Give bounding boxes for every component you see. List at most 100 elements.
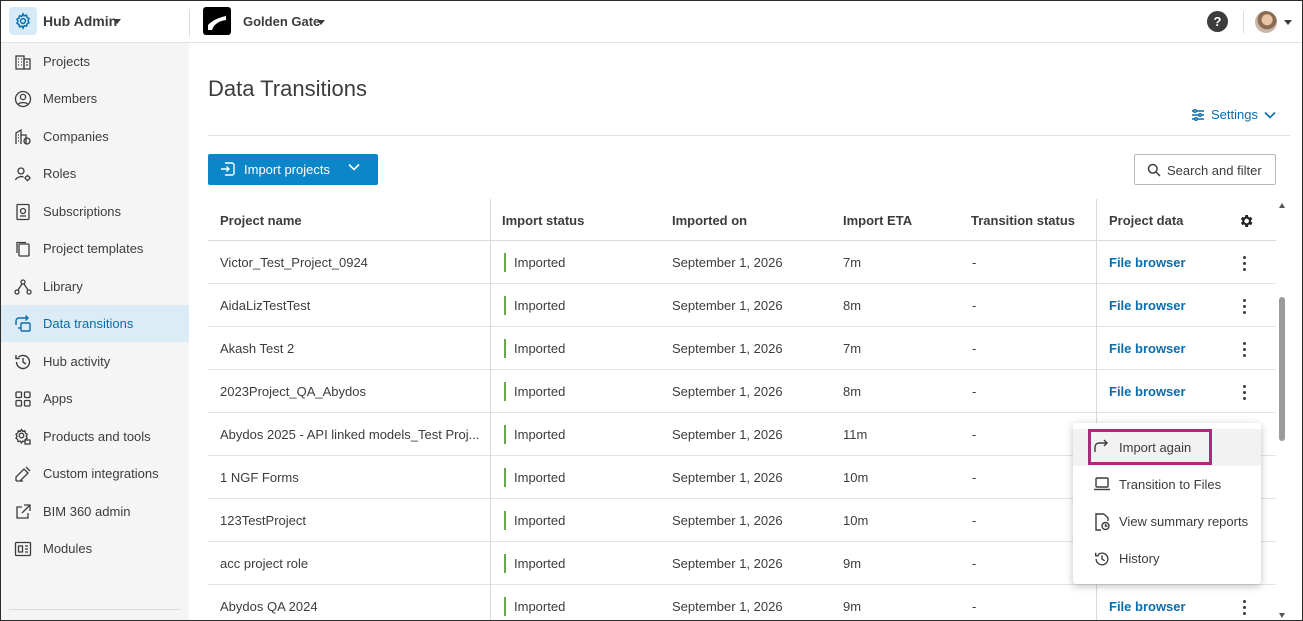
sidebar-item-label: Members (43, 91, 98, 106)
file-browser-link[interactable]: File browser (1109, 384, 1186, 399)
gear-icon[interactable] (1238, 213, 1254, 229)
status-indicator (504, 339, 506, 358)
table-row[interactable]: Abydos QA 2024 Imported September 1, 202… (208, 585, 1276, 620)
file-browser-link[interactable]: File browser (1109, 599, 1186, 614)
history-icon (15, 354, 31, 370)
header-transition-status[interactable]: Transition status (971, 213, 1075, 228)
imported-on-cell: September 1, 2026 (672, 556, 783, 571)
sidebar-item-label: Products and tools (43, 429, 151, 444)
scrollbar-thumb[interactable] (1279, 297, 1285, 441)
imported-on-cell: September 1, 2026 (672, 513, 783, 528)
import-status-cell: Imported (514, 255, 566, 270)
import-eta-cell: 11m (843, 427, 868, 442)
project-chevron-down-icon[interactable] (317, 20, 325, 25)
import-projects-button[interactable]: Import projects (208, 154, 378, 185)
transition-status-cell: - (972, 599, 977, 614)
menu-item-view-summary-reports[interactable]: View summary reports (1073, 503, 1261, 540)
project-name-cell: 123TestProject (220, 513, 306, 528)
top-bar: Hub Admin Golden Gate ? (1, 1, 1302, 43)
import-status-cell: Imported (514, 341, 566, 356)
help-icon[interactable]: ? (1207, 11, 1228, 32)
divider (1243, 11, 1244, 33)
status-indicator (504, 468, 506, 487)
header-project-name[interactable]: Project name (220, 213, 302, 228)
page-title: Data Transitions (208, 76, 367, 101)
more-options-icon[interactable] (1238, 598, 1252, 616)
sidebar-item-products-and-tools[interactable]: Products and tools (1, 418, 189, 455)
sidebar-item-custom-integrations[interactable]: Custom integrations (1, 455, 189, 492)
sidebar-item-project-templates[interactable]: Project templates (1, 230, 189, 267)
import-eta-cell: 9m (843, 599, 862, 614)
sidebar-item-apps[interactable]: Apps (1, 380, 189, 417)
more-options-icon[interactable] (1238, 254, 1252, 272)
header-import-eta[interactable]: Import ETA (843, 213, 912, 228)
status-indicator (504, 511, 506, 530)
project-name-cell: AidaLizTestTest (220, 298, 311, 313)
file-browser-link[interactable]: File browser (1109, 298, 1186, 313)
header-import-status[interactable]: Import status (502, 213, 584, 228)
library-icon (14, 279, 32, 295)
project-name-cell: Abydos 2025 - API linked models_Test Pro… (220, 427, 480, 442)
settings-button[interactable]: Settings (1191, 107, 1276, 122)
data-transitions-icon (15, 315, 31, 332)
imported-on-cell: September 1, 2026 (672, 384, 783, 399)
transition-status-cell: - (972, 384, 977, 399)
project-logo[interactable] (203, 7, 231, 35)
table-row[interactable]: Victor_Test_Project_0924 Imported Septem… (208, 241, 1276, 284)
imported-on-cell: September 1, 2026 (672, 470, 783, 485)
header-project-data[interactable]: Project data (1109, 213, 1183, 228)
table-row[interactable]: AidaLizTestTest Imported September 1, 20… (208, 284, 1276, 327)
report-icon (1095, 513, 1110, 531)
sidebar-item-companies[interactable]: Companies (1, 118, 189, 155)
status-indicator (504, 425, 506, 444)
file-browser-link[interactable]: File browser (1109, 255, 1186, 270)
menu-item-history[interactable]: History (1073, 540, 1261, 577)
more-options-icon[interactable] (1238, 297, 1252, 315)
import-status-cell: Imported (514, 427, 566, 442)
project-name[interactable]: Golden Gate (243, 14, 320, 29)
sidebar-item-subscriptions[interactable]: Subscriptions (1, 193, 189, 230)
table-row[interactable]: 2023Project_QA_Abydos Imported September… (208, 370, 1276, 413)
scroll-down-arrow[interactable] (1279, 613, 1285, 618)
import-status-cell: Imported (514, 513, 566, 528)
sidebar-item-bim-360-admin[interactable]: BIM 360 admin (1, 493, 189, 530)
transition-status-cell: - (972, 470, 977, 485)
header-imported-on[interactable]: Imported on (672, 213, 747, 228)
more-options-icon[interactable] (1238, 383, 1252, 401)
hub-gear-icon[interactable] (9, 7, 37, 35)
import-status-cell: Imported (514, 556, 566, 571)
sidebar-item-library[interactable]: Library (1, 268, 189, 305)
import-eta-cell: 8m (843, 384, 862, 399)
menu-item-transition-to-files[interactable]: Transition to Files (1073, 466, 1261, 503)
more-options-icon[interactable] (1238, 340, 1252, 358)
sidebar-item-label: Roles (43, 166, 77, 181)
sidebar-item-hub-activity[interactable]: Hub activity (1, 343, 189, 380)
hub-chevron-down-icon[interactable] (113, 19, 121, 24)
chevron-down-icon[interactable] (348, 163, 360, 171)
sidebar-item-modules[interactable]: Modules (1, 530, 189, 567)
table-row[interactable]: Akash Test 2 Imported September 1, 2026 … (208, 327, 1276, 370)
subscription-icon (16, 203, 30, 221)
sidebar-item-roles[interactable]: Roles (1, 155, 189, 192)
file-browser-link[interactable]: File browser (1109, 341, 1186, 356)
user-gear-icon (14, 167, 31, 182)
integration-icon (15, 466, 31, 482)
search-and-filter-button[interactable]: Search and filter (1134, 154, 1276, 185)
user-circle-icon (14, 90, 32, 108)
sidebar-item-label: Companies (43, 129, 109, 144)
avatar[interactable] (1255, 11, 1277, 33)
project-name-cell: 1 NGF Forms (220, 470, 299, 485)
transition-status-cell: - (972, 341, 977, 356)
status-indicator (504, 253, 506, 272)
sidebar-item-data-transitions[interactable]: Data transitions (1, 305, 189, 342)
import-eta-cell: 7m (843, 341, 862, 356)
scroll-up-arrow[interactable] (1279, 203, 1285, 208)
hub-name[interactable]: Hub Admin (43, 13, 117, 29)
sidebar-item-members[interactable]: Members (1, 80, 189, 117)
menu-item-label: History (1119, 551, 1160, 566)
sidebar-item-label: Hub activity (43, 354, 111, 369)
sidebar-item-projects[interactable]: Projects (1, 43, 189, 80)
table-header: Project name Import status Imported on I… (208, 199, 1276, 241)
avatar-chevron-down-icon[interactable] (1284, 20, 1292, 25)
import-eta-cell: 10m (843, 470, 869, 485)
